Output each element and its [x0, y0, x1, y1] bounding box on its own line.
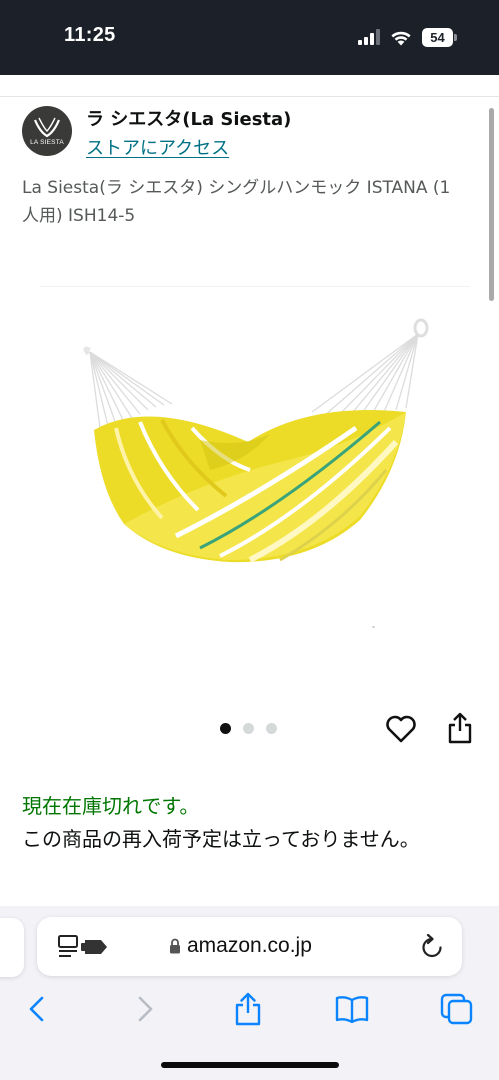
image-carousel-dots[interactable]: [220, 723, 277, 734]
tabs-button[interactable]: [437, 989, 477, 1029]
divider: [40, 286, 470, 287]
chevron-left-icon: [29, 996, 44, 1022]
carousel-dot[interactable]: [220, 723, 231, 734]
share-icon[interactable]: [445, 711, 475, 745]
forward-button[interactable]: [125, 989, 165, 1029]
url-text: amazon.co.jp: [187, 934, 312, 957]
battery-icon: 54: [422, 27, 457, 47]
back-button[interactable]: [17, 989, 57, 1029]
home-indicator[interactable]: [161, 1062, 339, 1068]
browser-toolbar: amazon.co.jp: [0, 906, 499, 1080]
brand-name: ラ シエスタ(La Siesta): [86, 109, 292, 130]
tabs-icon: [440, 993, 473, 1025]
book-icon: [335, 996, 369, 1023]
lock-icon: [170, 938, 180, 954]
status-icons: 54: [358, 27, 457, 47]
hammock-image[interactable]: [80, 310, 440, 580]
carousel-dot[interactable]: [243, 723, 254, 734]
brand-logo-text: LA SIESTA: [30, 139, 64, 146]
wishlist-heart-icon[interactable]: [384, 713, 418, 745]
wifi-icon: [391, 31, 411, 45]
bookmarks-button[interactable]: [332, 989, 372, 1029]
carousel-dot[interactable]: [266, 723, 277, 734]
divider: [0, 96, 499, 97]
cellular-signal-icon: [358, 29, 380, 45]
stock-status: 現在在庫切れです。: [22, 794, 200, 818]
brand-logo[interactable]: LA SIESTA: [22, 106, 72, 156]
visit-store-link[interactable]: ストアにアクセス: [86, 134, 229, 160]
address-bar[interactable]: amazon.co.jp: [37, 917, 462, 976]
battery-level: 54: [422, 27, 453, 47]
brand-logo-mark-icon: [33, 117, 61, 138]
page-scrollbar[interactable]: [489, 108, 494, 301]
previous-tab-preview[interactable]: [0, 918, 24, 977]
address-url[interactable]: amazon.co.jp: [169, 934, 312, 958]
chevron-right-icon: [138, 996, 153, 1022]
reader-mode-icon[interactable]: [57, 935, 111, 959]
status-bar: 11:25 54: [0, 0, 499, 75]
browser-share-button[interactable]: [228, 989, 268, 1029]
reload-icon[interactable]: [420, 934, 444, 960]
image-artifact: [372, 626, 375, 628]
share-icon: [235, 992, 261, 1026]
restock-note: この商品の再入荷予定は立っておりません。: [22, 827, 420, 851]
product-title: La Siesta(ラ シエスタ) シングルハンモック ISTANA (1人用)…: [22, 178, 451, 226]
status-time: 11:25: [64, 24, 116, 46]
